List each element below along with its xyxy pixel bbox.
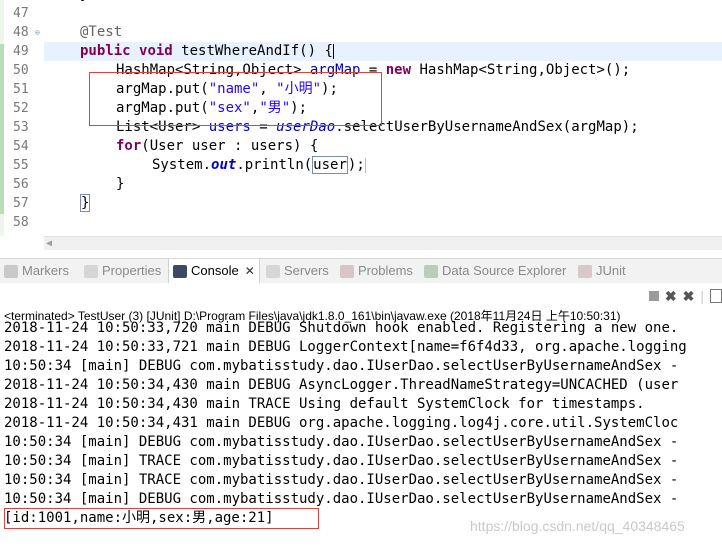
line-number: 47 bbox=[13, 6, 29, 21]
problems-icon bbox=[340, 264, 354, 278]
code-line: @Test bbox=[80, 23, 122, 42]
line-number: 48 bbox=[13, 25, 29, 40]
line-number: 57 bbox=[13, 196, 29, 211]
code-line: } bbox=[46, 0, 88, 5]
line-number: 52 bbox=[13, 101, 29, 116]
close-icon[interactable]: ✕ bbox=[245, 259, 255, 283]
code-line: } bbox=[116, 176, 125, 192]
tab-markers[interactable]: Markers bbox=[4, 259, 69, 283]
servers-icon bbox=[266, 264, 280, 278]
tab-properties[interactable]: Properties bbox=[84, 259, 161, 283]
console-line: 10:50:34 [main] TRACE com.mybatisstudy.d… bbox=[4, 453, 679, 469]
console-line: 10:50:34 [main] DEBUG com.mybatisstudy.d… bbox=[4, 358, 679, 374]
code-line: System.out.println(user); bbox=[152, 156, 366, 174]
code-line: for(User user : users) { bbox=[116, 138, 319, 154]
line-number: 51 bbox=[13, 82, 29, 97]
scroll-left-icon[interactable]: ◀ bbox=[46, 238, 52, 249]
remove-all-icon[interactable]: ✖ bbox=[683, 288, 695, 305]
junit-icon bbox=[578, 264, 592, 278]
result-highlight-box bbox=[4, 508, 319, 529]
line-number: 53 bbox=[13, 120, 29, 135]
console-line: 10:50:34 [main] TRACE com.mybatisstudy.d… bbox=[4, 472, 679, 488]
code-line: public void testWhereAndIf() { bbox=[80, 43, 334, 59]
console-line: 2018-11-24 10:50:34,430 main DEBUG Async… bbox=[4, 377, 679, 393]
tab-junit[interactable]: JUnit bbox=[578, 259, 626, 283]
console-line: 2018-11-24 10:50:34,431 main DEBUG org.a… bbox=[4, 415, 679, 431]
watermark: https://blog.csdn.net/qq_40348465 bbox=[470, 518, 685, 534]
tab-problems[interactable]: Problems bbox=[340, 259, 413, 283]
annotation: @Test bbox=[80, 24, 123, 40]
text-cursor bbox=[332, 43, 334, 59]
code-editor[interactable]: 47 48 ⊖ 49 50 51 52 53 54 55 56 57 58 } … bbox=[0, 0, 722, 250]
data-source-explorer-icon bbox=[424, 264, 438, 278]
console-line: 2018-11-24 10:50:34,430 main TRACE Using… bbox=[4, 396, 645, 412]
console-header: ✖ ✖ | <terminated> TestUser (3) [JUnit] … bbox=[0, 283, 722, 323]
console-line: 2018-11-24 10:50:33,720 main DEBUG Shutd… bbox=[4, 320, 679, 336]
change-ruler bbox=[0, 44, 4, 214]
line-number: 54 bbox=[13, 139, 29, 154]
console-line: 2018-11-24 10:50:33,721 main DEBUG Logge… bbox=[4, 339, 687, 355]
line-number-gutter: 47 48 ⊖ 49 50 51 52 53 54 55 56 57 58 bbox=[0, 0, 44, 236]
markers-icon bbox=[4, 264, 18, 278]
line-number: 49 bbox=[13, 44, 29, 59]
view-tabs-bar: Markers Properties Console ✕ Servers Prob… bbox=[0, 258, 722, 284]
line-number: 56 bbox=[13, 177, 29, 192]
line-number: 50 bbox=[13, 63, 29, 78]
separator: | bbox=[700, 288, 704, 304]
terminate-icon[interactable] bbox=[648, 291, 659, 301]
text-cursor bbox=[364, 157, 366, 173]
console-line: 10:50:34 [main] DEBUG com.mybatisstudy.d… bbox=[4, 491, 679, 507]
occurrence-highlight: user bbox=[312, 156, 348, 174]
remove-launch-icon[interactable]: ✖ bbox=[665, 288, 677, 305]
fold-collapse-icon[interactable]: ⊖ bbox=[35, 23, 40, 42]
console-toolbar: ✖ ✖ | bbox=[648, 287, 722, 305]
properties-icon bbox=[84, 264, 98, 278]
tab-servers[interactable]: Servers bbox=[266, 259, 329, 283]
line-number: 58 bbox=[13, 215, 29, 230]
console-icon bbox=[173, 264, 187, 278]
line-number: 55 bbox=[13, 158, 29, 173]
pin-icon[interactable] bbox=[710, 289, 722, 303]
code-line: } bbox=[80, 194, 91, 213]
bracket-match: } bbox=[80, 194, 91, 212]
horizontal-scrollbar[interactable]: ◀ bbox=[44, 236, 722, 250]
tab-console[interactable]: Console ✕ bbox=[168, 259, 260, 283]
tab-data-source-explorer[interactable]: Data Source Explorer bbox=[424, 259, 566, 283]
annotation-highlight-box bbox=[89, 72, 382, 126]
console-line: 10:50:34 [main] DEBUG com.mybatisstudy.d… bbox=[4, 434, 679, 450]
